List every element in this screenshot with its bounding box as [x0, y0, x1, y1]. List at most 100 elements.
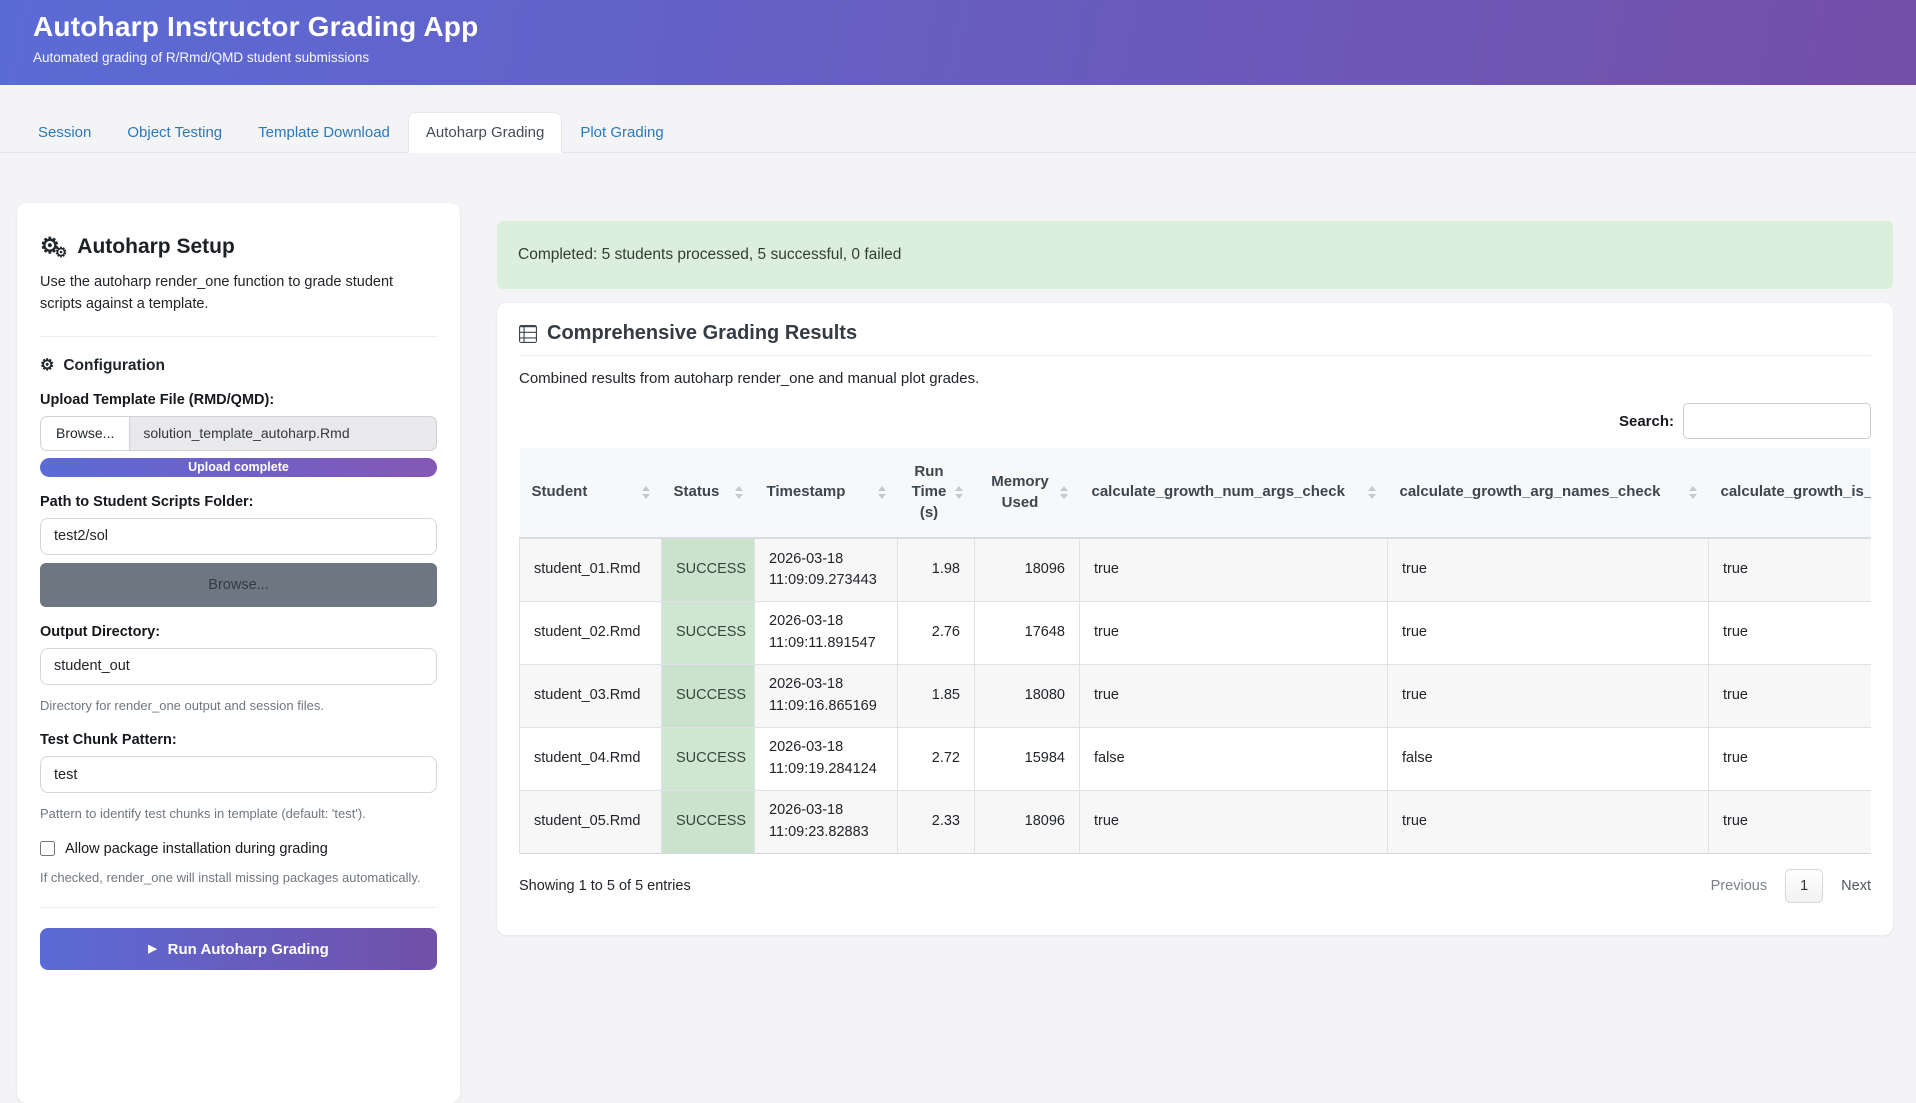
gear-icon: ⚙	[40, 358, 54, 374]
page-title: Autoharp Instructor Grading App	[33, 11, 1916, 43]
panel-title-text: Autoharp Setup	[77, 235, 235, 259]
output-directory-label: Output Directory:	[40, 624, 437, 640]
table-cell: 2026-03-18 11:09:23.82883	[755, 790, 898, 853]
column-header-memory-used[interactable]: Memory Used	[975, 448, 1080, 538]
test-chunk-pattern-label: Test Chunk Pattern:	[40, 732, 437, 748]
table-cell: true	[1709, 601, 1872, 664]
table-cell: true	[1388, 538, 1709, 601]
configuration-heading-text: Configuration	[63, 357, 165, 375]
sort-icon	[955, 486, 963, 499]
tab-autoharp-grading[interactable]: Autoharp Grading	[408, 112, 562, 153]
table-cell: 17648	[975, 601, 1080, 664]
table-cell: true	[1709, 538, 1872, 601]
table-cell: 18096	[975, 538, 1080, 601]
table-cell: true	[1709, 727, 1872, 790]
table-row: student_05.RmdSUCCESS2026-03-18 11:09:23…	[520, 790, 1872, 853]
table-cell: 1.85	[898, 664, 975, 727]
table-icon	[519, 325, 537, 343]
page-1-button[interactable]: 1	[1785, 869, 1823, 903]
test-chunk-pattern-input[interactable]	[40, 756, 437, 793]
divider	[40, 907, 437, 908]
status-cell: SUCCESS	[662, 601, 755, 664]
table-info: Showing 1 to 5 of 5 entries	[519, 878, 691, 894]
panel-description: Use the autoharp render_one function to …	[40, 272, 437, 316]
completed-status-alert: Completed: 5 students processed, 5 succe…	[497, 221, 1893, 289]
divider	[40, 336, 437, 337]
table-cell: 15984	[975, 727, 1080, 790]
scripts-folder-input[interactable]	[40, 518, 437, 555]
gears-icon: ⚙⚙	[40, 235, 67, 259]
sort-icon	[1689, 486, 1697, 499]
sort-icon	[1368, 486, 1376, 499]
table-cell: student_03.Rmd	[520, 664, 662, 727]
table-cell: 2026-03-18 11:09:11.891547	[755, 601, 898, 664]
allow-packages-label: Allow package installation during gradin…	[65, 841, 328, 857]
upload-template-label: Upload Template File (RMD/QMD):	[40, 392, 437, 408]
table-cell: true	[1080, 664, 1388, 727]
column-header-calculate-growth-num-args-check[interactable]: calculate_growth_num_args_check	[1080, 448, 1388, 538]
table-cell: 18096	[975, 790, 1080, 853]
table-cell: 18080	[975, 664, 1080, 727]
results-table-container: StudentStatusTimestampRun Time (s)Memory…	[519, 448, 1871, 854]
app-header: Autoharp Instructor Grading App Automate…	[0, 0, 1916, 85]
table-cell: 2.33	[898, 790, 975, 853]
table-cell: true	[1080, 538, 1388, 601]
table-cell: true	[1388, 664, 1709, 727]
column-header-run-time-s[interactable]: Run Time (s)	[898, 448, 975, 538]
search-label: Search:	[1619, 413, 1674, 430]
previous-page-button[interactable]: Previous	[1711, 878, 1767, 894]
output-directory-help: Directory for render_one output and sess…	[40, 696, 437, 716]
column-header-calculate-growth-arg-names-check[interactable]: calculate_growth_arg_names_check	[1388, 448, 1709, 538]
template-file-input[interactable]: Browse... solution_template_autoharp.Rmd	[40, 416, 437, 451]
table-cell: true	[1709, 790, 1872, 853]
table-cell: student_02.Rmd	[520, 601, 662, 664]
allow-packages-checkbox[interactable]	[40, 841, 55, 856]
search-row: Search:	[519, 403, 1871, 439]
file-browse-button[interactable]: Browse...	[41, 417, 130, 450]
main-panel: Completed: 5 students processed, 5 succe…	[497, 153, 1893, 935]
tab-template-download[interactable]: Template Download	[240, 112, 408, 153]
sort-icon	[878, 486, 886, 499]
status-cell: SUCCESS	[662, 727, 755, 790]
table-cell: true	[1709, 664, 1872, 727]
tab-object-testing[interactable]: Object Testing	[109, 112, 240, 153]
table-row: student_02.RmdSUCCESS2026-03-18 11:09:11…	[520, 601, 1872, 664]
results-title-text: Comprehensive Grading Results	[547, 322, 857, 345]
column-header-student[interactable]: Student	[520, 448, 662, 538]
table-cell: true	[1080, 790, 1388, 853]
play-icon: ▶	[148, 944, 156, 955]
upload-progress-text: Upload complete	[188, 460, 289, 474]
column-header-status[interactable]: Status	[662, 448, 755, 538]
next-page-button[interactable]: Next	[1841, 878, 1871, 894]
folder-browse-button[interactable]: Browse...	[40, 563, 437, 607]
run-autoharp-grading-button[interactable]: ▶ Run Autoharp Grading	[40, 928, 437, 970]
table-cell: 2026-03-18 11:09:19.284124	[755, 727, 898, 790]
output-directory-input[interactable]	[40, 648, 437, 685]
table-cell: student_01.Rmd	[520, 538, 662, 601]
tab-session[interactable]: Session	[20, 112, 109, 153]
table-cell: 1.98	[898, 538, 975, 601]
table-cell: 2026-03-18 11:09:09.273443	[755, 538, 898, 601]
autoharp-setup-panel: ⚙⚙ Autoharp Setup Use the autoharp rende…	[17, 203, 460, 1103]
sort-icon	[642, 486, 650, 499]
table-cell: false	[1080, 727, 1388, 790]
test-chunk-pattern-help: Pattern to identify test chunks in templ…	[40, 804, 437, 824]
allow-packages-row[interactable]: Allow package installation during gradin…	[40, 841, 437, 857]
search-input[interactable]	[1683, 403, 1871, 439]
run-button-label: Run Autoharp Grading	[168, 941, 329, 958]
status-cell: SUCCESS	[662, 664, 755, 727]
column-header-calculate-growth-is[interactable]: calculate_growth_is_	[1709, 448, 1872, 538]
content-area: ⚙⚙ Autoharp Setup Use the autoharp rende…	[0, 153, 1916, 1103]
column-header-timestamp[interactable]: Timestamp	[755, 448, 898, 538]
tab-plot-grading[interactable]: Plot Grading	[562, 112, 681, 153]
results-card: Comprehensive Grading Results Combined r…	[497, 303, 1893, 935]
sort-icon	[735, 486, 743, 499]
table-cell: 2.72	[898, 727, 975, 790]
table-cell: 2.76	[898, 601, 975, 664]
table-cell: true	[1388, 601, 1709, 664]
scripts-folder-label: Path to Student Scripts Folder:	[40, 494, 437, 510]
table-row: student_04.RmdSUCCESS2026-03-18 11:09:19…	[520, 727, 1872, 790]
table-cell: false	[1388, 727, 1709, 790]
tab-bar: SessionObject TestingTemplate DownloadAu…	[0, 85, 1916, 153]
pagination: Previous 1 Next	[1711, 869, 1871, 903]
